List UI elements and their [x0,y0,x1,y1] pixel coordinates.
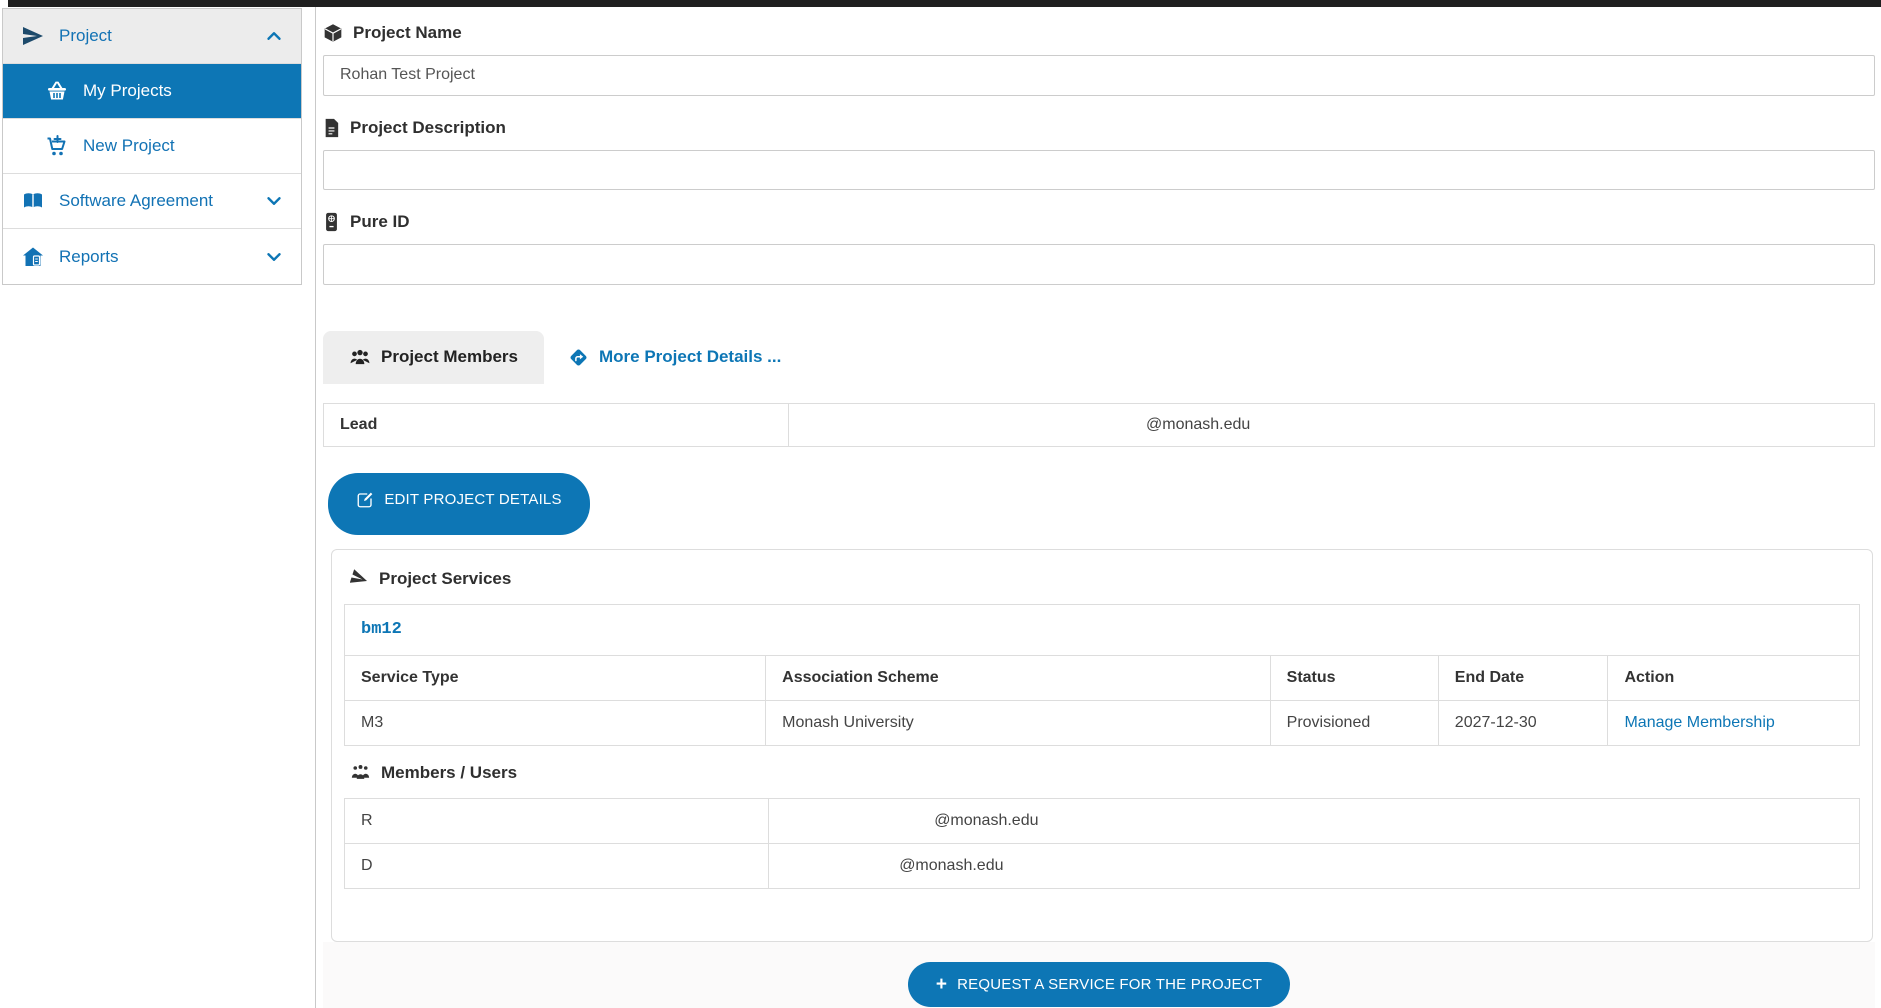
sidebar-item-software-agreement[interactable]: Software Agreement [3,174,301,229]
sidebar-item-reports[interactable]: Reports [3,229,301,284]
footer-action-strip: + REQUEST A SERVICE FOR THE PROJECT [323,942,1875,1008]
chevron-down-icon[interactable] [263,190,285,212]
tab-link-label: More Project Details ... [599,347,781,367]
members-table: R @monash.edu D @monash.edu [344,798,1860,889]
basket-icon [45,79,69,103]
sidebar-item-label: Reports [59,247,119,267]
request-service-button[interactable]: + REQUEST A SERVICE FOR THE PROJECT [908,962,1290,1007]
pure-id-input[interactable] [323,244,1875,285]
member-name: R [345,798,769,843]
tab-label: Project Members [381,347,518,367]
edit-project-details-button[interactable]: EDIT PROJECT DETAILS [328,473,590,535]
pen-to-square-icon [356,491,374,509]
paper-plane-icon [350,569,369,588]
project-description-input[interactable] [323,150,1875,191]
tab-project-members[interactable]: Project Members [323,331,544,384]
sidebar-item-label: Software Agreement [59,191,213,211]
member-name: D [345,843,769,888]
members-users-header: Members / Users [350,762,1860,784]
cell-service-type: M3 [345,700,766,745]
cell-association-scheme: Monash University [766,700,1270,745]
col-association-scheme: Association Scheme [766,655,1270,700]
project-services-header: Project Services [350,568,1860,590]
pure-id-label: Pure ID [323,212,1875,232]
edit-button-label: EDIT PROJECT DETAILS [384,491,561,508]
col-action: Action [1608,655,1860,700]
service-id-panel: bm12 [344,604,1860,656]
member-email: @monash.edu [769,843,1860,888]
cell-end-date: 2027-12-30 [1438,700,1608,745]
users-icon [349,347,371,367]
plus-icon: + [936,975,947,994]
project-services-card: Project Services bm12 Service Type Assoc… [331,549,1873,942]
manage-membership-link[interactable]: Manage Membership [1624,714,1774,731]
sidebar-item-new-project[interactable]: New Project [3,119,301,174]
id-device-icon [323,212,340,232]
service-id-link[interactable]: bm12 [361,620,402,639]
lead-table: Lead @monash.edu [323,403,1875,447]
services-table-header-row: Service Type Association Scheme Status E… [345,655,1860,700]
main-content: Project Name Project Description [315,7,1881,1008]
col-end-date: End Date [1438,655,1608,700]
project-name-input[interactable] [323,55,1875,96]
chevron-up-icon[interactable] [263,25,285,47]
lead-label: Lead [324,404,789,446]
sidebar-item-label: New Project [83,136,175,156]
project-description-label: Project Description [323,118,1875,138]
house-report-icon [21,245,45,269]
project-name-label: Project Name [323,23,1875,43]
member-row: R @monash.edu [345,798,1860,843]
book-icon [21,189,45,213]
member-email: @monash.edu [769,798,1860,843]
cell-status: Provisioned [1270,700,1438,745]
users-group-icon [350,763,371,782]
chevron-down-icon[interactable] [263,246,285,268]
tab-bar: Project Members More Project Details ... [323,331,1875,384]
lead-email: @monash.edu [789,404,1874,446]
sidebar-menu: Project My Projects [2,8,302,285]
cube-icon [323,23,343,43]
sidebar: Project My Projects [0,7,315,1008]
file-lines-icon [323,118,340,138]
col-service-type: Service Type [345,655,766,700]
member-row: D @monash.edu [345,843,1860,888]
services-table: Service Type Association Scheme Status E… [344,655,1860,746]
paper-plane-icon [21,24,45,48]
cart-plus-icon [45,134,69,158]
sidebar-item-my-projects[interactable]: My Projects [3,64,301,119]
col-status: Status [1270,655,1438,700]
sidebar-item-label: Project [59,26,112,46]
top-window-edge [8,0,1881,7]
tab-more-project-details[interactable]: More Project Details ... [568,347,781,368]
diamond-turn-right-icon [568,347,589,368]
sidebar-item-project[interactable]: Project [3,9,301,64]
table-row: M3 Monash University Provisioned 2027-12… [345,700,1860,745]
request-button-label: REQUEST A SERVICE FOR THE PROJECT [957,976,1262,993]
sidebar-item-label: My Projects [83,81,172,101]
